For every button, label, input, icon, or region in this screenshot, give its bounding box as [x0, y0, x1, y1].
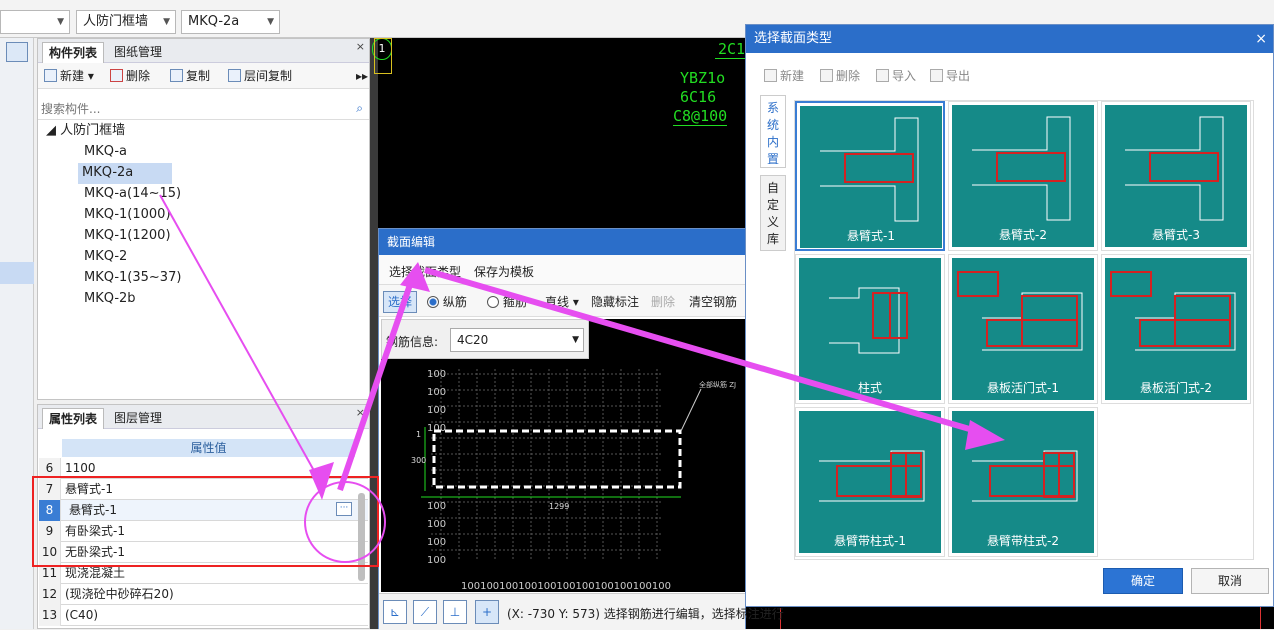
arrow-head: [965, 420, 1005, 450]
arrow-line: [424, 267, 991, 438]
arrow-head: [400, 262, 430, 292]
arrow-line: [337, 269, 418, 491]
annotation-overlay: [32, 194, 1005, 567]
arrow-line: [159, 194, 323, 486]
highlight-circle: [304, 481, 386, 563]
highlight-box: [32, 476, 379, 567]
